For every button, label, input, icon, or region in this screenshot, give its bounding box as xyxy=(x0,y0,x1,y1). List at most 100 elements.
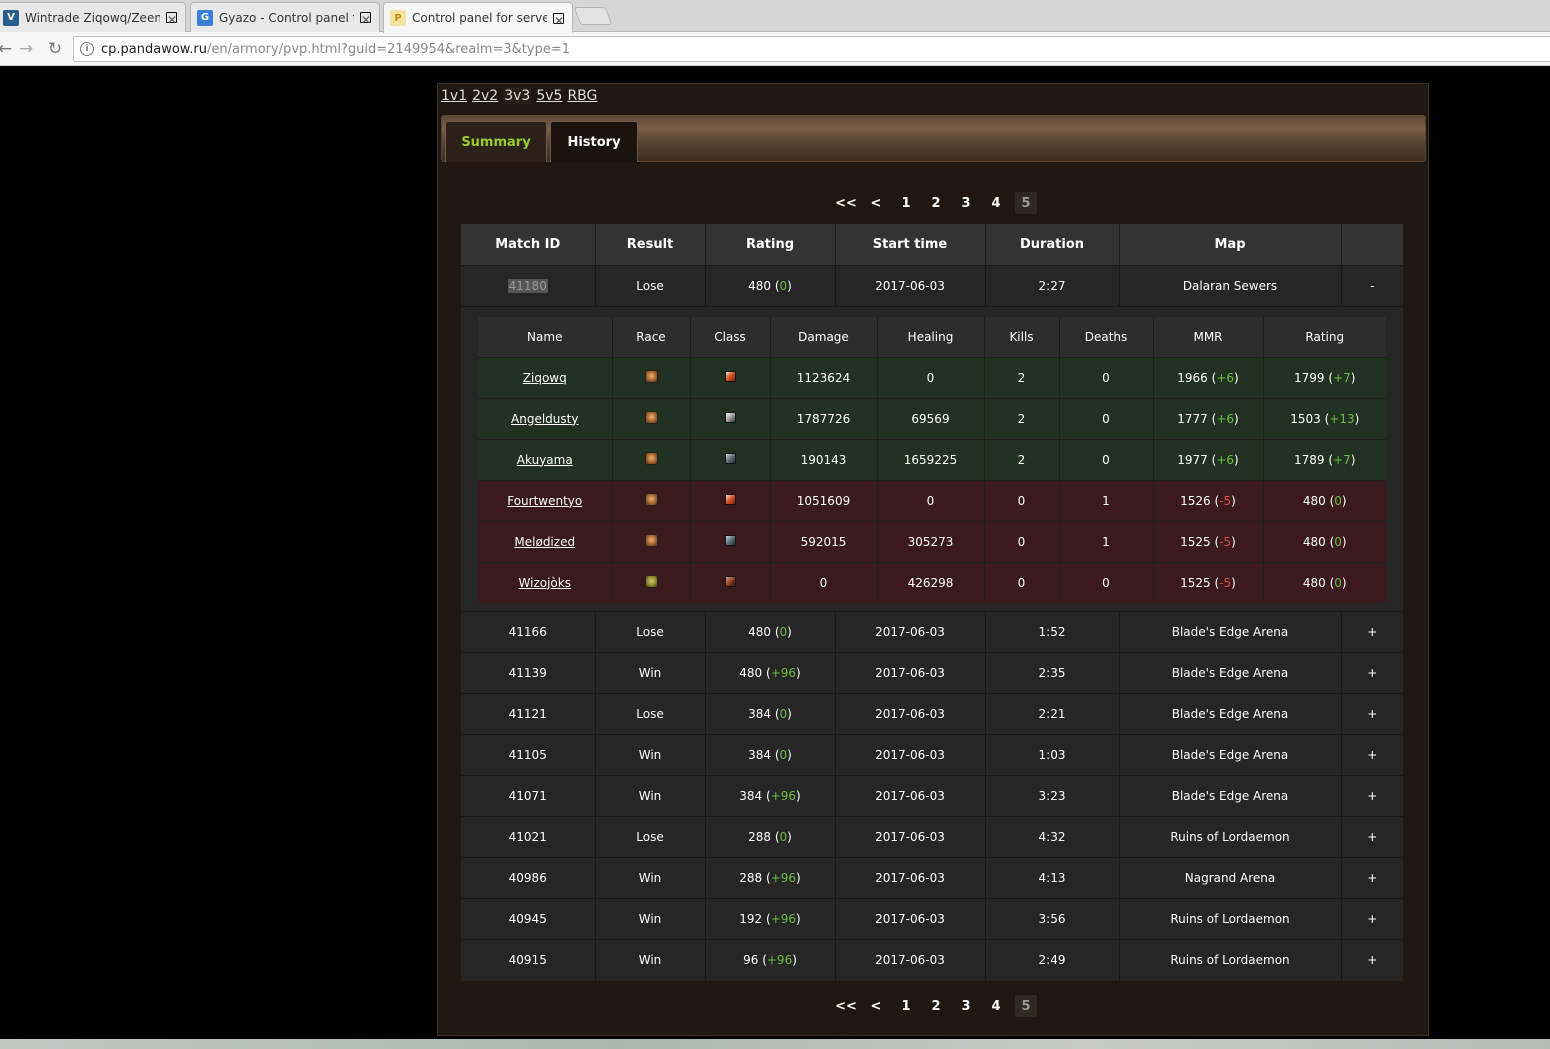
match-start-time: 2017-06-03 xyxy=(835,734,986,776)
expand-toggle[interactable]: + xyxy=(1341,734,1403,776)
match-rating: 288 (0) xyxy=(705,816,836,858)
mmr-change: +6 xyxy=(1216,370,1235,385)
match-row[interactable]: 40945 Win 192 (+96) 2017-06-03 3:56 Ruins of … xyxy=(461,898,1403,940)
reload-icon[interactable]: ↻ xyxy=(44,38,66,60)
rogue-icon xyxy=(724,370,736,382)
match-rating: 480 (0) xyxy=(705,611,836,653)
bracket-link-1v1[interactable]: 1v1 xyxy=(441,88,467,104)
match-duration: 1:03 xyxy=(985,734,1120,776)
rogue-icon xyxy=(724,493,736,505)
address-bar[interactable]: i cp.pandawow.ru/en/armory/pvp.html?guid… xyxy=(73,36,1550,62)
mmr-change: -5 xyxy=(1219,534,1232,549)
match-start-time: 2017-06-03 xyxy=(835,816,986,858)
collapse-toggle[interactable]: - xyxy=(1341,264,1403,306)
pager-page-1[interactable]: 1 xyxy=(891,192,921,214)
match-row[interactable]: 40915 Win 96 (+96) 2017-06-03 2:49 Ruins of L… xyxy=(461,939,1403,981)
pager-prev[interactable]: < xyxy=(861,995,891,1017)
expand-toggle[interactable]: + xyxy=(1341,857,1403,899)
header-player-rating: Rating xyxy=(1263,317,1386,357)
browser-tab-title: Gyazo - Control panel fo xyxy=(219,10,354,25)
browser-tab-2[interactable]: G Gyazo - Control panel fo ✕ xyxy=(190,2,380,32)
match-row[interactable]: 41139 Win 480 (+96) 2017-06-03 2:35 Blade's E… xyxy=(461,652,1403,694)
match-rating: 384 (0) xyxy=(705,693,836,735)
match-id: 41166 xyxy=(461,611,596,653)
expand-toggle[interactable]: + xyxy=(1341,611,1403,653)
expand-toggle[interactable]: + xyxy=(1341,939,1403,981)
player-name-link[interactable]: Fourtwentyo xyxy=(507,494,582,508)
mmr-change: +6 xyxy=(1216,452,1235,467)
bracket-link-5v5[interactable]: 5v5 xyxy=(536,88,562,104)
match-map: Nagrand Arena xyxy=(1119,857,1342,899)
back-icon[interactable]: ← xyxy=(0,38,16,60)
browser-tab-1[interactable]: V Wintrade Ziqowq/Zeems ✕ xyxy=(0,2,186,32)
bracket-link-rbg[interactable]: RBG xyxy=(567,88,597,104)
match-result: Lose xyxy=(595,611,706,653)
new-tab-button[interactable] xyxy=(573,7,613,25)
close-icon[interactable]: ✕ xyxy=(166,12,177,27)
pager-page-3[interactable]: 3 xyxy=(951,192,981,214)
player-mmr: 1525 (-5) xyxy=(1153,561,1264,603)
match-row[interactable]: 41021 Lose 288 (0) 2017-06-03 4:32 Ruins of L… xyxy=(461,816,1403,858)
player-damage: 0 xyxy=(770,561,878,603)
match-start-time: 2017-06-03 xyxy=(835,652,986,694)
pager-page-4[interactable]: 4 xyxy=(981,995,1011,1017)
player-name-link[interactable]: Wizojòks xyxy=(519,576,571,590)
tab-summary[interactable]: Summary xyxy=(445,121,547,162)
goblin-icon xyxy=(644,574,658,588)
rating-change: 0 xyxy=(779,707,788,721)
match-result: Lose xyxy=(595,693,706,735)
gyazo-favicon-icon: G xyxy=(197,9,213,26)
close-icon[interactable]: ✕ xyxy=(553,12,564,28)
pager-page-4[interactable]: 4 xyxy=(981,192,1011,214)
match-map: Ruins of Lordaemon xyxy=(1119,816,1342,858)
player-name-link[interactable]: Ziqowq xyxy=(523,371,567,385)
pager-first[interactable]: << xyxy=(831,192,861,214)
pager-page-3[interactable]: 3 xyxy=(951,995,981,1017)
match-row[interactable]: 41105 Win 384 (0) 2017-06-03 1:03 Blade's Edg… xyxy=(461,734,1403,776)
vk-favicon-icon: V xyxy=(3,9,19,26)
player-deaths: 0 xyxy=(1059,397,1154,439)
priest-icon xyxy=(724,452,736,464)
mmr-change: -5 xyxy=(1219,493,1232,508)
match-rating: 192 (+96) xyxy=(705,898,836,940)
match-result: Win xyxy=(595,734,706,776)
match-row[interactable]: 41166 Lose 480 (0) 2017-06-03 1:52 Blade's Ed… xyxy=(461,611,1403,653)
match-id: 41180 xyxy=(507,278,548,293)
match-row[interactable]: 41071 Win 384 (+96) 2017-06-03 3:23 Blade's E… xyxy=(461,775,1403,817)
match-row[interactable]: 40986 Win 288 (+96) 2017-06-03 4:13 Nagrand A… xyxy=(461,857,1403,899)
expand-toggle[interactable]: + xyxy=(1341,693,1403,735)
close-icon[interactable]: ✕ xyxy=(360,12,371,27)
info-icon[interactable]: i xyxy=(80,42,94,56)
player-kills: 2 xyxy=(984,397,1060,439)
pager-current-page: 5 xyxy=(1015,995,1037,1017)
player-name-link[interactable]: Melødized xyxy=(514,535,575,549)
pager-prev[interactable]: < xyxy=(861,192,891,214)
pager-page-2[interactable]: 2 xyxy=(921,995,951,1017)
match-start-time: 2017-06-03 xyxy=(835,898,986,940)
player-name-link[interactable]: Akuyama xyxy=(517,453,573,467)
tab-history[interactable]: History xyxy=(550,121,638,162)
pager-first[interactable]: << xyxy=(831,995,861,1017)
pager-page-1[interactable]: 1 xyxy=(891,995,921,1017)
player-name-link[interactable]: Angeldusty xyxy=(511,412,578,426)
match-detail-row: Name Race Class Damage Healing Kills Dea… xyxy=(461,306,1403,612)
expand-toggle[interactable]: + xyxy=(1341,775,1403,817)
player-row: Melødized 592015 305273 0 1 1525 (-5) 480 (0) xyxy=(478,520,1386,562)
match-map: Ruins of Lordaemon xyxy=(1119,939,1342,981)
expand-toggle[interactable]: + xyxy=(1341,898,1403,940)
match-row-expanded[interactable]: 41180 Lose 480 (0) 2017-06-03 2:27 Dalar… xyxy=(461,264,1403,306)
expand-toggle[interactable]: + xyxy=(1341,816,1403,858)
bracket-link-2v2[interactable]: 2v2 xyxy=(472,88,498,104)
pager-current-page: 5 xyxy=(1015,192,1037,214)
match-duration: 2:35 xyxy=(985,652,1120,694)
player-kills: 2 xyxy=(984,438,1060,480)
match-rating: 96 (+96) xyxy=(705,939,836,981)
header-map: Map xyxy=(1119,224,1342,265)
rating-change: 0 xyxy=(779,278,788,293)
pager-page-2[interactable]: 2 xyxy=(921,192,951,214)
expand-toggle[interactable]: + xyxy=(1341,652,1403,694)
match-row[interactable]: 41121 Lose 384 (0) 2017-06-03 2:21 Blade's Ed… xyxy=(461,693,1403,735)
match-result: Win xyxy=(595,898,706,940)
browser-tab-3[interactable]: P Control panel for server ✕ xyxy=(383,2,573,33)
forward-icon[interactable]: → xyxy=(15,38,37,60)
